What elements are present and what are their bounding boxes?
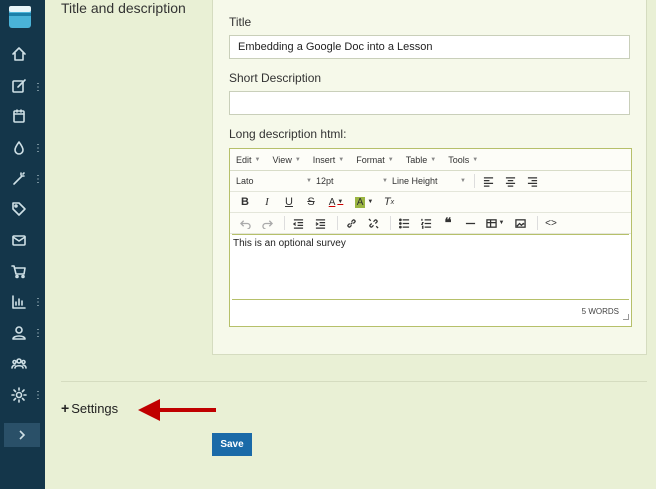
- settings-label: Settings: [71, 400, 119, 416]
- font-size-select[interactable]: 12pt ▼: [316, 172, 392, 190]
- clear-format-icon[interactable]: Tx: [380, 193, 398, 211]
- drop-icon[interactable]: [10, 139, 28, 157]
- title-label: Title: [229, 15, 252, 29]
- toolbar-divider: [284, 216, 285, 230]
- redo-icon[interactable]: [258, 214, 276, 232]
- toolbar-divider: [337, 216, 338, 230]
- app-logo-icon[interactable]: [8, 5, 32, 29]
- bullet-list-icon[interactable]: [395, 214, 413, 232]
- caret-down-icon: ▼: [460, 178, 466, 184]
- editor-content[interactable]: This is an optional survey: [232, 234, 629, 300]
- chevron-right-icon: [19, 430, 26, 440]
- settings-toggle[interactable]: + Settings: [61, 400, 118, 416]
- users-group-icon[interactable]: [10, 355, 28, 373]
- user-menu-dots-icon[interactable]: ⋮: [33, 328, 43, 340]
- menu-insert[interactable]: Insert ▼: [313, 155, 344, 165]
- undo-icon[interactable]: [236, 214, 254, 232]
- bold-icon[interactable]: B: [236, 193, 254, 211]
- section-title: Title and description: [61, 0, 186, 16]
- caret-down-icon: ▼: [387, 156, 394, 163]
- editor-menubar: Edit ▼ View ▼ Insert ▼ Format ▼ Table ▼ Tools…: [230, 149, 631, 171]
- edit-menu-dots-icon[interactable]: ⋮: [33, 82, 43, 94]
- caret-down-icon: ▼: [382, 178, 388, 184]
- outdent-icon[interactable]: [289, 214, 307, 232]
- align-right-icon[interactable]: [523, 172, 541, 190]
- caret-down-icon: ▼: [294, 156, 301, 163]
- menu-tools[interactable]: Tools ▼: [448, 155, 478, 165]
- font-family-select[interactable]: Lato ▼: [236, 172, 316, 190]
- text-color-icon[interactable]: A ▼: [324, 193, 348, 211]
- calendar-icon[interactable]: [10, 107, 28, 125]
- align-center-icon[interactable]: [501, 172, 519, 190]
- title-input[interactable]: Embedding a Google Doc into a Lesson: [229, 35, 630, 59]
- link-icon[interactable]: [342, 214, 360, 232]
- sidebar: ⋮ ⋮ ⋮ ⋮ ⋮ ⋮: [0, 0, 45, 489]
- italic-icon[interactable]: I: [258, 193, 276, 211]
- numbered-list-icon[interactable]: [417, 214, 435, 232]
- mail-icon[interactable]: [10, 231, 28, 249]
- line-height-select[interactable]: Line Height ▼: [392, 172, 470, 190]
- drop-menu-dots-icon[interactable]: ⋮: [33, 143, 43, 155]
- unlink-icon[interactable]: [364, 214, 382, 232]
- sidebar-expand-button[interactable]: [4, 423, 40, 447]
- highlight-color-icon[interactable]: A ▼: [352, 193, 376, 211]
- strikethrough-icon[interactable]: S: [302, 193, 320, 211]
- indent-icon[interactable]: [311, 214, 329, 232]
- tag-icon[interactable]: [10, 200, 28, 218]
- wand-menu-dots-icon[interactable]: ⋮: [33, 174, 43, 186]
- form-panel: Title Embedding a Google Doc into a Less…: [212, 0, 647, 355]
- caret-down-icon: ▼: [338, 156, 345, 163]
- editor-toolbar-insert: ❝ ▼ <>: [230, 213, 631, 234]
- plus-icon: +: [61, 400, 70, 416]
- editor-statusbar: 5 WORDS: [230, 300, 631, 322]
- toolbar-divider: [537, 216, 538, 230]
- menu-view[interactable]: View ▼: [272, 155, 300, 165]
- menu-format[interactable]: Format ▼: [356, 155, 393, 165]
- resize-handle-icon[interactable]: [623, 314, 629, 320]
- toolbar-divider: [474, 174, 475, 188]
- word-count: 5 WORDS: [581, 306, 619, 316]
- chart-menu-dots-icon[interactable]: ⋮: [33, 297, 43, 309]
- toolbar-divider: [390, 216, 391, 230]
- save-button[interactable]: Save: [212, 433, 252, 456]
- caret-down-icon: ▼: [472, 156, 479, 163]
- table-icon[interactable]: ▼: [483, 214, 507, 232]
- source-code-icon[interactable]: <>: [542, 214, 560, 232]
- image-icon[interactable]: [511, 214, 529, 232]
- magic-wand-icon[interactable]: [10, 170, 28, 188]
- menu-table[interactable]: Table ▼: [406, 155, 436, 165]
- home-icon[interactable]: [10, 45, 28, 63]
- caret-down-icon: ▼: [306, 178, 312, 184]
- editor-toolbar-fonts: Lato ▼ 12pt ▼ Line Height ▼: [230, 171, 631, 192]
- edit-icon[interactable]: [10, 77, 28, 95]
- rich-text-editor: Edit ▼ View ▼ Insert ▼ Format ▼ Table ▼ Tools…: [229, 148, 632, 327]
- short-description-input[interactable]: [229, 91, 630, 115]
- gear-icon[interactable]: [10, 386, 28, 404]
- horizontal-rule-icon[interactable]: [461, 214, 479, 232]
- blockquote-icon[interactable]: ❝: [439, 214, 457, 232]
- cart-icon[interactable]: [10, 262, 28, 280]
- chart-icon[interactable]: [10, 293, 28, 311]
- short-description-label: Short Description: [229, 71, 322, 85]
- underline-icon[interactable]: U: [280, 193, 298, 211]
- section-divider: [61, 381, 647, 382]
- caret-down-icon: ▼: [254, 156, 261, 163]
- gear-menu-dots-icon[interactable]: ⋮: [33, 390, 43, 402]
- long-description-label: Long description html:: [229, 127, 347, 141]
- editor-toolbar-format: B I U S A ▼ A ▼ Tx: [230, 192, 631, 213]
- user-icon[interactable]: [10, 324, 28, 342]
- caret-down-icon: ▼: [430, 156, 437, 163]
- menu-edit[interactable]: Edit ▼: [236, 155, 260, 165]
- align-left-icon[interactable]: [479, 172, 497, 190]
- red-arrow-annotation-icon: [138, 399, 216, 421]
